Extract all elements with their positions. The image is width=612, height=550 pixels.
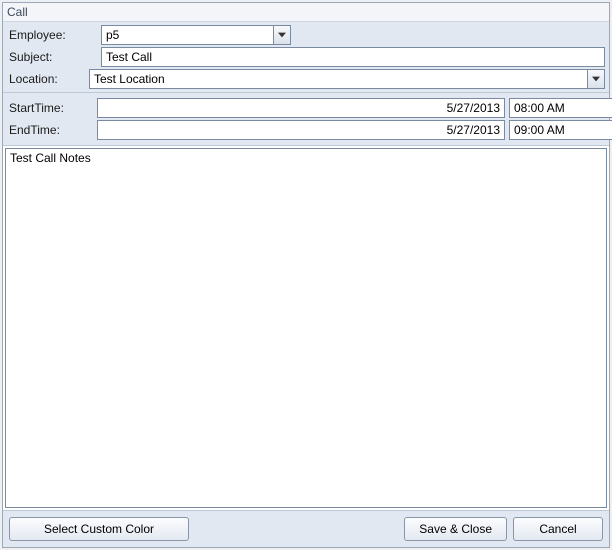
- start-date-input[interactable]: [97, 98, 505, 118]
- cancel-button[interactable]: Cancel: [513, 517, 603, 541]
- location-row: Location:: [7, 68, 605, 90]
- notes-textarea[interactable]: [6, 149, 606, 507]
- location-combo: [89, 69, 605, 89]
- employee-combo: [101, 25, 291, 45]
- chevron-down-icon: [592, 76, 600, 82]
- end-time-label: EndTime:: [7, 123, 93, 137]
- notes-container: [5, 148, 607, 508]
- employee-label: Employee:: [7, 28, 97, 42]
- location-label: Location:: [7, 72, 85, 86]
- end-time-combo: [509, 120, 605, 140]
- subject-label: Subject:: [7, 50, 97, 64]
- subject-row: Subject:: [7, 46, 605, 68]
- fields-section: Employee: Subject: Location:: [3, 22, 609, 93]
- employee-input[interactable]: [101, 25, 273, 45]
- save-and-close-button[interactable]: Save & Close: [404, 517, 507, 541]
- times-section: StartTime: EndTime:: [3, 93, 609, 146]
- subject-input[interactable]: [101, 47, 605, 67]
- start-time-input[interactable]: [509, 98, 612, 118]
- end-time-row: EndTime:: [7, 119, 605, 141]
- select-custom-color-button[interactable]: Select Custom Color: [9, 517, 189, 541]
- employee-dropdown-button[interactable]: [273, 25, 291, 45]
- start-time-row: StartTime:: [7, 97, 605, 119]
- dialog-footer: Select Custom Color Save & Close Cancel: [3, 510, 609, 547]
- employee-row: Employee:: [7, 24, 605, 46]
- start-time-combo: [509, 98, 605, 118]
- end-time-input[interactable]: [509, 120, 612, 140]
- location-dropdown-button[interactable]: [587, 69, 605, 89]
- end-date-input[interactable]: [97, 120, 505, 140]
- location-input[interactable]: [89, 69, 587, 89]
- call-dialog: Call Employee: Subject: Location:: [2, 2, 610, 548]
- chevron-down-icon: [278, 32, 286, 38]
- start-time-label: StartTime:: [7, 101, 93, 115]
- window-title: Call: [3, 3, 609, 22]
